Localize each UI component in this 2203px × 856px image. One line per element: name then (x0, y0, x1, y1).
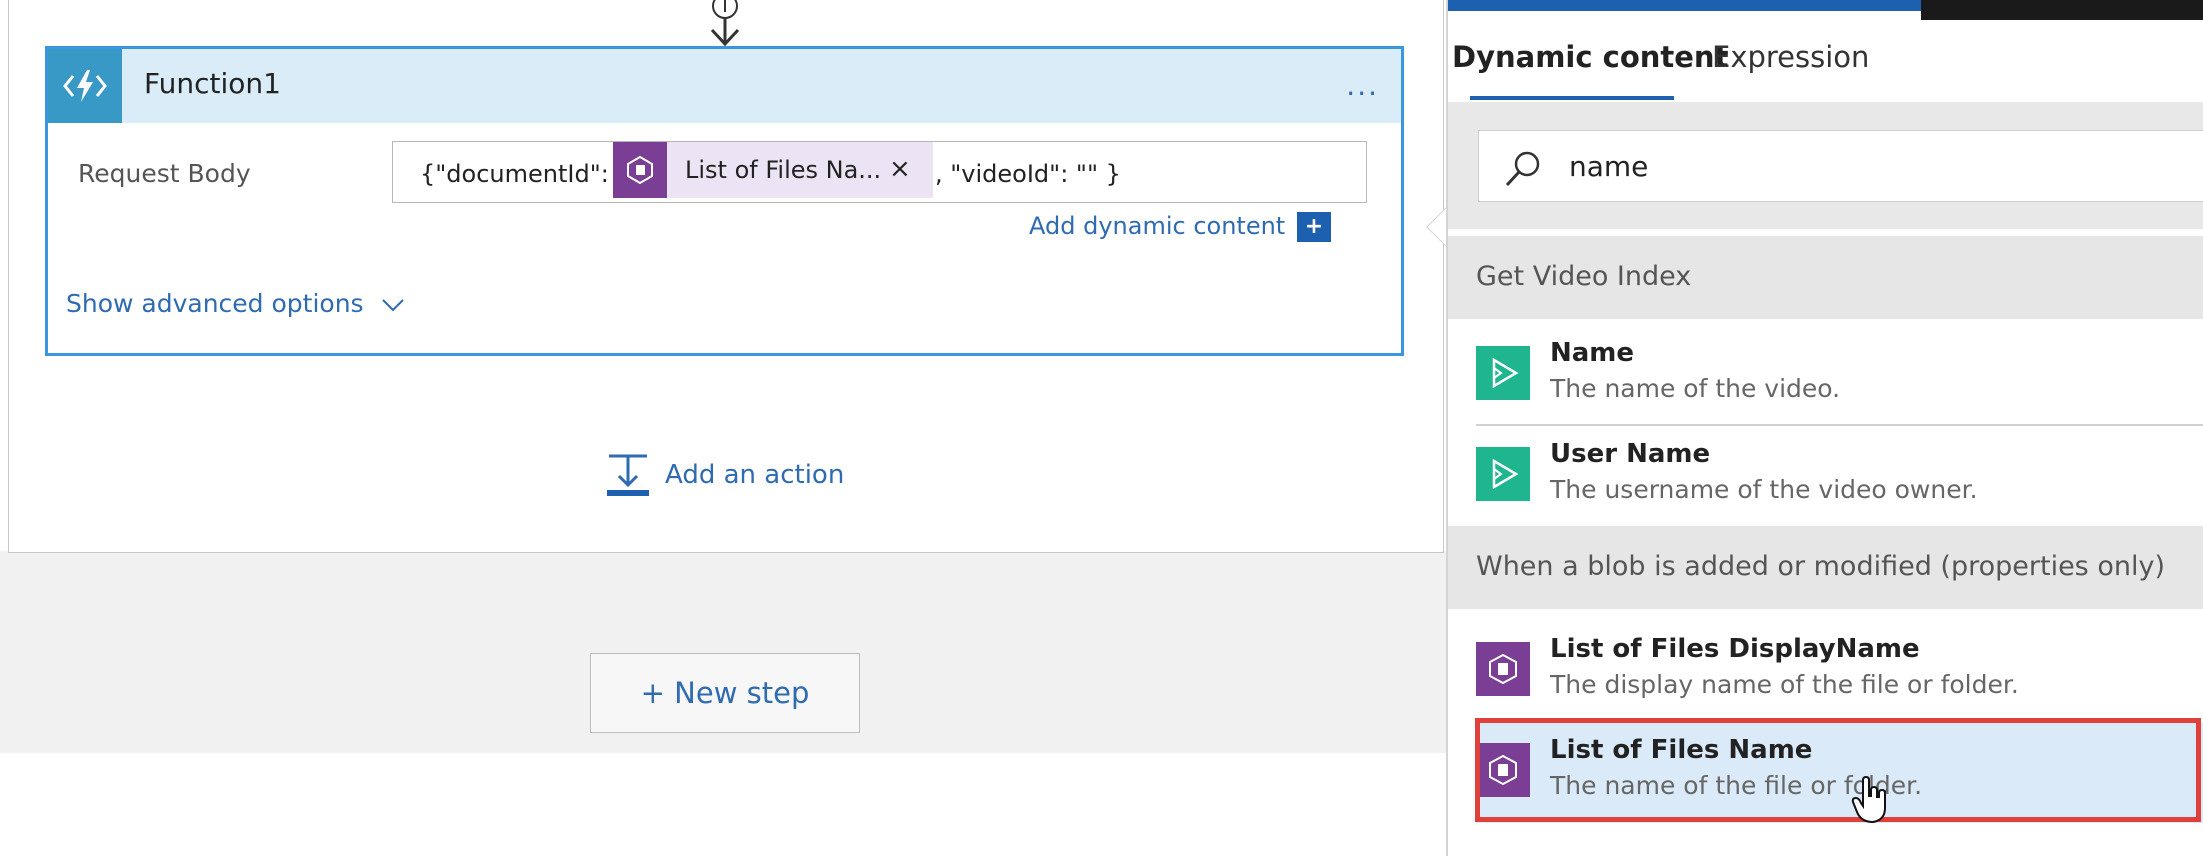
new-step-button[interactable]: + New step (590, 653, 860, 733)
tab-dynamic-content[interactable]: Dynamic content (1452, 40, 1728, 74)
action-card-function1: Function1 ... Request Body {"documentId"… (45, 46, 1404, 356)
search-input[interactable]: name (1478, 130, 2203, 202)
blob-storage-icon (613, 142, 667, 198)
list-item-description: The name of the video. (1550, 374, 1841, 403)
action-title: Function1 (144, 67, 281, 100)
remove-token-icon[interactable]: × (889, 154, 911, 184)
request-body-label: Request Body (78, 159, 251, 188)
flow-designer-canvas: Function1 ... Request Body {"documentId"… (0, 0, 1446, 856)
video-indexer-icon (1476, 447, 1530, 501)
dynamic-content-token[interactable]: List of Files Na... × (613, 142, 933, 198)
token-label: List of Files Na... (685, 156, 882, 184)
list-item-list-of-files-displayname[interactable]: List of Files DisplayName The display na… (1476, 622, 2203, 722)
tab-expression[interactable]: Expression (1712, 40, 1869, 74)
request-body-suffix-text: , "videoId": "" } (935, 160, 1121, 188)
request-body-prefix-text: {"documentId": (420, 160, 609, 188)
more-options-icon[interactable]: ... (1346, 69, 1379, 102)
show-advanced-options-toggle[interactable]: Show advanced options (66, 289, 406, 318)
blob-storage-icon (1476, 642, 1530, 696)
chevron-down-icon (381, 299, 404, 312)
list-item-user-name[interactable]: User Name The username of the video owne… (1476, 427, 2203, 527)
hand-cursor-icon (1851, 776, 1886, 824)
list-item-name[interactable]: Name The name of the video. (1476, 326, 2203, 426)
search-area: name (1448, 102, 2203, 229)
add-action-icon (607, 454, 649, 496)
group-header-label: When a blob is added or modified (proper… (1476, 551, 2165, 582)
group-header-get-video-index: Get Video Index (1448, 236, 2203, 319)
group-header-blob-trigger: When a blob is added or modified (proper… (1448, 526, 2203, 609)
active-tab-indicator (1470, 96, 1674, 100)
request-body-input[interactable]: {"documentId": List of Files Na... × , "… (392, 141, 1367, 203)
group-header-label: Get Video Index (1476, 261, 1692, 292)
video-indexer-icon (1476, 346, 1530, 400)
list-item-title: List of Files DisplayName (1550, 634, 1920, 664)
list-item-title: User Name (1550, 439, 1711, 469)
list-item-description: The display name of the file or folder. (1550, 670, 2019, 699)
action-card-header[interactable]: Function1 ... (48, 49, 1401, 123)
panel-top-accent (1448, 0, 1921, 11)
panel-top-dark-bar (1921, 0, 2203, 20)
azure-function-icon (48, 49, 122, 123)
add-an-action-button[interactable]: Add an action (605, 452, 844, 498)
list-item-title: Name (1550, 338, 1635, 368)
list-divider (1476, 424, 2203, 426)
connector-arrow-icon (710, 0, 740, 46)
selection-highlight-frame (1475, 718, 2201, 822)
search-input-value: name (1569, 150, 1649, 183)
add-dynamic-content-link[interactable]: Add dynamic content (1029, 212, 1285, 240)
add-dynamic-content-plus-icon[interactable]: + (1297, 212, 1331, 242)
add-an-action-label: Add an action (665, 460, 845, 490)
show-advanced-options-label: Show advanced options (66, 289, 364, 318)
list-item-description: The username of the video owner. (1550, 475, 1978, 504)
search-icon (1505, 151, 1540, 187)
